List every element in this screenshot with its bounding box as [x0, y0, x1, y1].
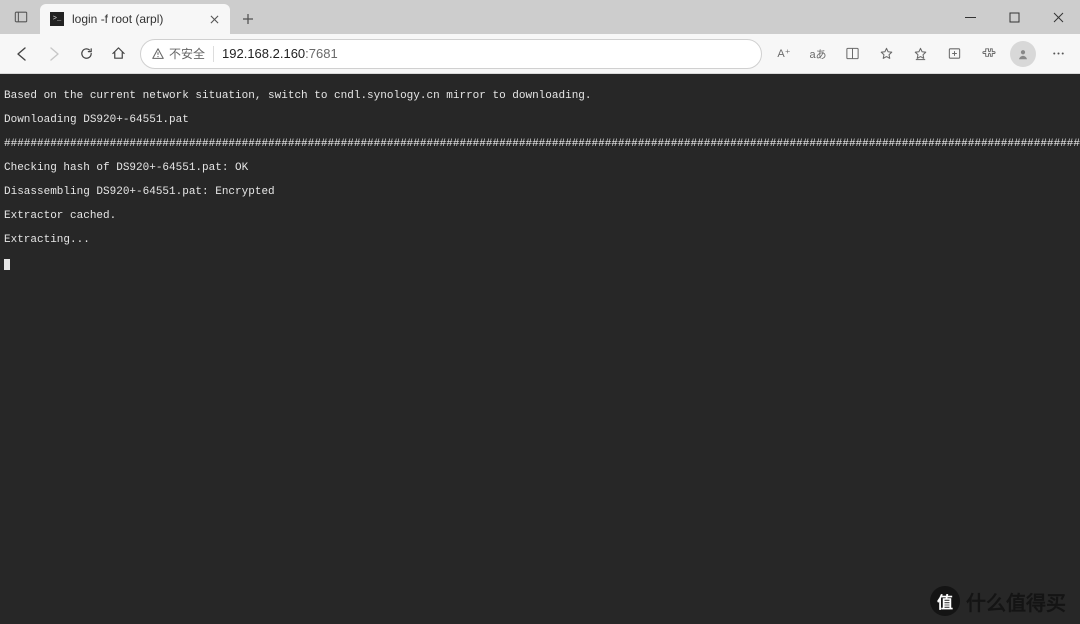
- watermark-badge: 值: [930, 586, 960, 616]
- reader-mode-button[interactable]: [836, 38, 868, 70]
- warning-icon: [151, 47, 165, 61]
- profile-button[interactable]: [1010, 41, 1036, 67]
- collections-button[interactable]: [938, 38, 970, 70]
- content-area: Based on the current network situation, …: [0, 74, 1080, 624]
- terminal-line: Disassembling DS920+-64551.pat: Encrypte…: [4, 186, 1080, 198]
- tab-close-button[interactable]: [206, 11, 222, 27]
- terminal-favicon-icon: [50, 12, 64, 26]
- terminal-progress-line: ########################################…: [4, 138, 1080, 150]
- security-label: 不安全: [169, 45, 205, 62]
- watermark-text: 什么值得买: [966, 587, 1066, 616]
- more-button[interactable]: [1042, 38, 1074, 70]
- read-aloud-button[interactable]: A⁺: [768, 38, 800, 70]
- window-maximize-button[interactable]: [992, 0, 1036, 34]
- toolbar-right-actions: A⁺ aあ: [768, 38, 1074, 70]
- url-text: 192.168.2.160:7681: [222, 46, 338, 61]
- forward-button[interactable]: [38, 38, 70, 70]
- window-titlebar: login -f root (arpl): [0, 0, 1080, 34]
- terminal-line: Extractor cached.: [4, 210, 1080, 222]
- window-minimize-button[interactable]: [948, 0, 992, 34]
- extensions-button[interactable]: [972, 38, 1004, 70]
- tab-title: login -f root (arpl): [72, 12, 198, 26]
- translate-button[interactable]: aあ: [802, 38, 834, 70]
- terminal-line: Checking hash of DS920+-64551.pat: OK: [4, 162, 1080, 174]
- terminal-container: Based on the current network situation, …: [0, 74, 1080, 624]
- tab-zone: login -f root (arpl): [0, 0, 262, 34]
- home-button[interactable]: [102, 38, 134, 70]
- terminal-line: Downloading DS920+-64551.pat: [4, 114, 1080, 126]
- back-button[interactable]: [6, 38, 38, 70]
- terminal-cursor-line: [4, 258, 1080, 270]
- address-bar[interactable]: 不安全 192.168.2.160:7681: [140, 39, 762, 69]
- browser-toolbar: 不安全 192.168.2.160:7681 A⁺ aあ: [0, 34, 1080, 74]
- refresh-button[interactable]: [70, 38, 102, 70]
- terminal-line: Extracting...: [4, 234, 1080, 246]
- site-security-indicator[interactable]: 不安全: [151, 45, 205, 62]
- window-close-button[interactable]: [1036, 0, 1080, 34]
- watermark: 值 什么值得买: [930, 586, 1066, 616]
- browser-tab-active[interactable]: login -f root (arpl): [40, 4, 230, 34]
- new-tab-button[interactable]: [234, 5, 262, 33]
- cursor-icon: [4, 259, 10, 270]
- terminal-line: Based on the current network situation, …: [4, 90, 1080, 102]
- tab-actions-button[interactable]: [6, 2, 36, 32]
- favorite-button[interactable]: [870, 38, 902, 70]
- address-divider: [213, 46, 214, 62]
- terminal-output[interactable]: Based on the current network situation, …: [0, 74, 1080, 624]
- window-controls: [948, 0, 1080, 34]
- favorites-list-button[interactable]: [904, 38, 936, 70]
